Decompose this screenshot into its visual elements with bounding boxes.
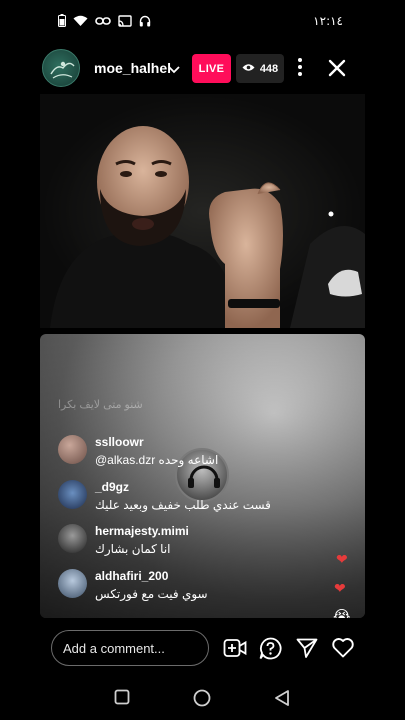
comment-item[interactable]: hermajesty.mimi انا كمان بشارك [58,524,348,560]
comment-text: انا كمان بشارك [95,542,171,556]
comment-placeholder: Add a comment... [63,640,165,656]
comment-text: قست عندي طلب خفيف وبعيد عليك [95,498,271,512]
commenter-avatar[interactable] [58,524,87,553]
live-badge: LIVE [192,54,231,83]
headphones-icon [139,15,151,27]
more-vertical-icon[interactable] [295,57,305,82]
bottom-action-bar: Add a comment... [40,628,365,676]
heart-reaction-icon: ❤ [334,580,346,596]
comment-text: سوي فيت مع فورتكس [95,587,208,601]
host-username[interactable]: moe_halhel [94,60,171,76]
video-frame [40,94,365,328]
crying-face-icon: 😭 [333,608,351,618]
viewer-count: 448 [259,62,279,75]
system-nav-bar [0,676,405,720]
commenter-avatar[interactable] [58,435,87,464]
faded-comment: شنو متى لايف بكرا [58,399,143,411]
battery-icon [58,14,66,27]
link-icon [95,16,111,26]
comment-input[interactable]: Add a comment... [51,630,209,666]
viewer-count-badge[interactable]: 448 [236,54,284,83]
commenter-avatar[interactable] [58,569,87,598]
live-stream-screen: moe_halhel LIVE 448 شنو متى لايف بكرا ss… [40,42,365,720]
question-icon[interactable] [259,637,282,665]
commenter-avatar[interactable] [58,480,87,509]
status-icons [58,14,151,27]
comment-item[interactable]: sslloowr @alkas.dzr اشاعه وحده [58,435,348,471]
close-icon[interactable] [327,58,347,83]
comment-item[interactable]: _d9gz قست عندي طلب خفيف وبعيد عليك [58,480,348,516]
commenter-username[interactable]: _d9gz [95,480,129,494]
back-icon[interactable] [274,689,290,712]
add-video-icon[interactable] [223,637,247,664]
live-video-feed[interactable] [40,94,365,328]
commenter-username[interactable]: hermajesty.mimi [95,524,189,538]
cast-icon [118,14,132,27]
comments-panel: شنو متى لايف بكرا sslloowr @alkas.dzr اش… [40,334,365,618]
eye-icon [242,63,255,75]
live-header: moe_halhel LIVE 448 [40,42,365,94]
home-icon[interactable] [193,689,211,712]
commenter-username[interactable]: aldhafiri_200 [95,569,168,583]
comment-item[interactable]: aldhafiri_200 سوي فيت مع فورتكس [58,569,348,605]
send-icon[interactable] [296,637,318,664]
comment-text: @alkas.dzr اشاعه وحده [95,453,219,467]
recent-apps-icon[interactable] [114,689,130,710]
status-time: ١٢:١٤ [313,14,343,28]
heart-reaction-icon: ❤ [336,551,348,567]
chevron-down-icon[interactable] [167,62,181,80]
commenter-username[interactable]: sslloowr [95,435,144,449]
host-avatar[interactable] [42,49,80,87]
heart-icon[interactable] [331,637,355,663]
status-bar: ١٢:١٤ [0,0,405,42]
wifi-icon [73,15,88,27]
